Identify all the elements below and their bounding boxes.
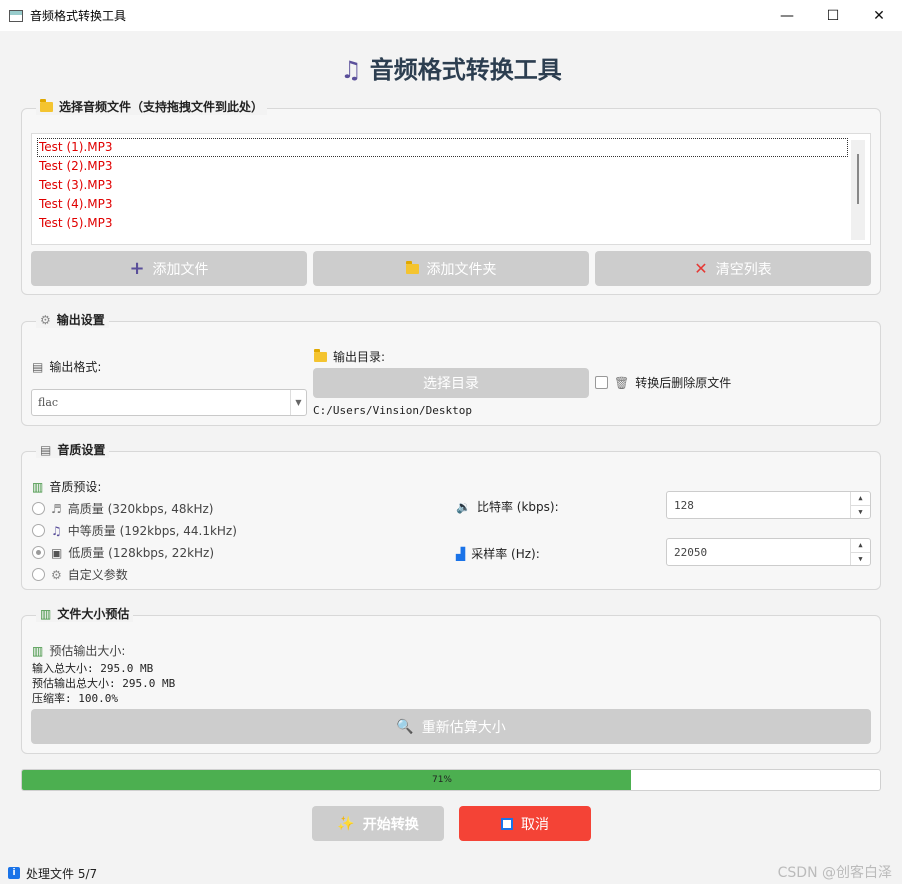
app-icon <box>9 9 23 22</box>
page-title-text: 音频格式转换工具 <box>369 56 562 84</box>
preset-high[interactable]: ♬ 高质量 (320kbps, 48kHz) <box>32 500 213 517</box>
list-item[interactable]: Test (5).MP3 <box>32 214 870 233</box>
folder-icon <box>314 348 327 362</box>
recalculate-button[interactable]: 🔍 重新估算大小 <box>31 709 871 744</box>
start-convert-button[interactable]: ✨ 开始转换 <box>312 806 444 841</box>
add-files-button[interactable]: + 添加文件 <box>31 251 307 286</box>
radio-icon: ▣ <box>51 545 63 560</box>
format-label: ▤ 输出格式: <box>32 359 102 374</box>
list-item[interactable]: Test (3).MP3 <box>32 176 870 195</box>
quality-group-title: ▤ 音质设置 <box>36 441 110 458</box>
plus-icon: + <box>129 258 145 279</box>
folder-icon <box>405 260 419 274</box>
status-bar: i 处理文件 5/7 <box>0 862 902 884</box>
size-estimate-group: ▥ 文件大小预估 ▥ 预估输出大小: 输入总大小: 295.0 MB 预估输出总… <box>21 605 881 754</box>
spin-up-icon[interactable]: ▲ <box>851 539 870 553</box>
signal-icon: ▟ <box>456 546 466 561</box>
output-settings-group: ⚙ 输出设置 ▤ 输出格式: flac ▼ 输出目录: 选择目录 C:/User… <box>21 311 881 426</box>
progress-label: 71% <box>431 775 452 785</box>
delete-source-option[interactable]: 🗑 转换后删除原文件 <box>595 374 731 391</box>
equalizer-icon: ▤ <box>40 442 52 457</box>
watermark: CSDN @创客白泽 <box>777 865 892 881</box>
add-folder-button[interactable]: 添加文件夹 <box>313 251 589 286</box>
input-total-size: 输入总大小: 295.0 MB <box>32 662 154 675</box>
preset-custom[interactable]: ⚙ 自定义参数 <box>32 566 128 583</box>
spin-down-icon[interactable]: ▼ <box>851 553 870 566</box>
bar-chart-icon: ▥ <box>32 479 44 494</box>
preset-medium[interactable]: ♫ 中等质量 (192kbps, 44.1kHz) <box>32 522 237 539</box>
output-dir-label: 输出目录: <box>314 348 385 365</box>
clear-list-button[interactable]: ✕ 清空列表 <box>595 251 871 286</box>
title-bar: 音频格式转换工具 — ☐ ✕ <box>0 0 902 31</box>
scrollbar-thumb[interactable] <box>857 154 859 204</box>
magnifier-icon: 🔍 <box>396 718 414 735</box>
size-group-title: ▥ 文件大小预估 <box>36 605 134 622</box>
scrollbar[interactable] <box>851 140 865 240</box>
file-list[interactable]: Test (1).MP3 Test (2).MP3 Test (3).MP3 T… <box>31 133 871 245</box>
sparkle-icon: ✨ <box>337 815 355 832</box>
bar-chart-icon: ▥ <box>32 643 44 658</box>
samplerate-spinbox[interactable]: 22050 ▲ ▼ <box>666 538 871 566</box>
preset-label: ▥ 音质预设: <box>32 479 102 494</box>
preset-low[interactable]: ▣ 低质量 (128kbps, 22kHz) <box>32 544 214 561</box>
bar-chart-icon: ▥ <box>40 606 52 621</box>
list-item[interactable]: Test (4).MP3 <box>32 195 870 214</box>
progress-bar: 71% <box>21 769 881 791</box>
spin-up-icon[interactable]: ▲ <box>851 492 870 506</box>
file-group-title: 选择音频文件（支持拖拽文件到此处） <box>36 98 268 115</box>
compression-ratio: 压缩率: 100.0% <box>32 692 118 705</box>
format-select[interactable]: flac ▼ <box>31 389 307 416</box>
output-total-size: 预估输出总大小: 295.0 MB <box>32 677 176 690</box>
cancel-button[interactable]: 取消 <box>459 806 591 841</box>
delete-source-checkbox[interactable] <box>595 376 608 389</box>
chevron-down-icon[interactable]: ▼ <box>290 390 306 415</box>
info-icon: i <box>8 867 20 879</box>
output-dir-path: C:/Users/Vinsion/Desktop <box>313 404 472 417</box>
bitrate-spinbox[interactable]: 128 ▲ ▼ <box>666 491 871 519</box>
cross-icon: ✕ <box>694 259 708 278</box>
output-group-title: ⚙ 输出设置 <box>36 311 109 328</box>
spin-down-icon[interactable]: ▼ <box>851 506 870 519</box>
list-item[interactable]: Test (2).MP3 <box>32 157 870 176</box>
preset-custom-radio[interactable] <box>32 568 45 581</box>
estimate-title: ▥ 预估输出大小: <box>32 643 126 658</box>
music-note-icon: ♫ <box>51 523 62 538</box>
choose-dir-button[interactable]: 选择目录 <box>313 368 589 398</box>
close-button[interactable]: ✕ <box>856 0 902 31</box>
preset-medium-radio[interactable] <box>32 524 45 537</box>
music-note-icon: ♫ <box>340 56 362 84</box>
stop-icon <box>501 817 513 830</box>
quality-settings-group: ▤ 音质设置 ▥ 音质预设: ♬ 高质量 (320kbps, 48kHz) ♫ … <box>21 441 881 590</box>
delete-source-label: 转换后删除原文件 <box>635 376 732 390</box>
folder-icon <box>40 98 53 112</box>
trash-icon: 🗑 <box>614 375 630 390</box>
file-select-group: 选择音频文件（支持拖拽文件到此处） Test (1).MP3 Test (2).… <box>21 98 881 295</box>
gear-icon: ⚙ <box>40 312 51 327</box>
preset-high-radio[interactable] <box>32 502 45 515</box>
window-title: 音频格式转换工具 <box>30 9 127 23</box>
list-item[interactable]: Test (1).MP3 <box>37 138 848 157</box>
speaker-icon: ♬ <box>51 501 62 516</box>
maximize-button[interactable]: ☐ <box>810 0 856 31</box>
file-format-icon: ▤ <box>32 359 44 374</box>
page-title: ♫ 音频格式转换工具 <box>0 50 902 85</box>
preset-low-radio[interactable] <box>32 546 45 559</box>
gear-icon: ⚙ <box>51 567 62 582</box>
status-text: 处理文件 5/7 <box>26 866 98 881</box>
volume-icon: 🔉 <box>456 499 471 514</box>
samplerate-label: ▟ 采样率 (Hz): <box>456 546 540 561</box>
bitrate-label: 🔉 比特率 (kbps): <box>456 499 559 514</box>
minimize-button[interactable]: — <box>764 0 810 31</box>
